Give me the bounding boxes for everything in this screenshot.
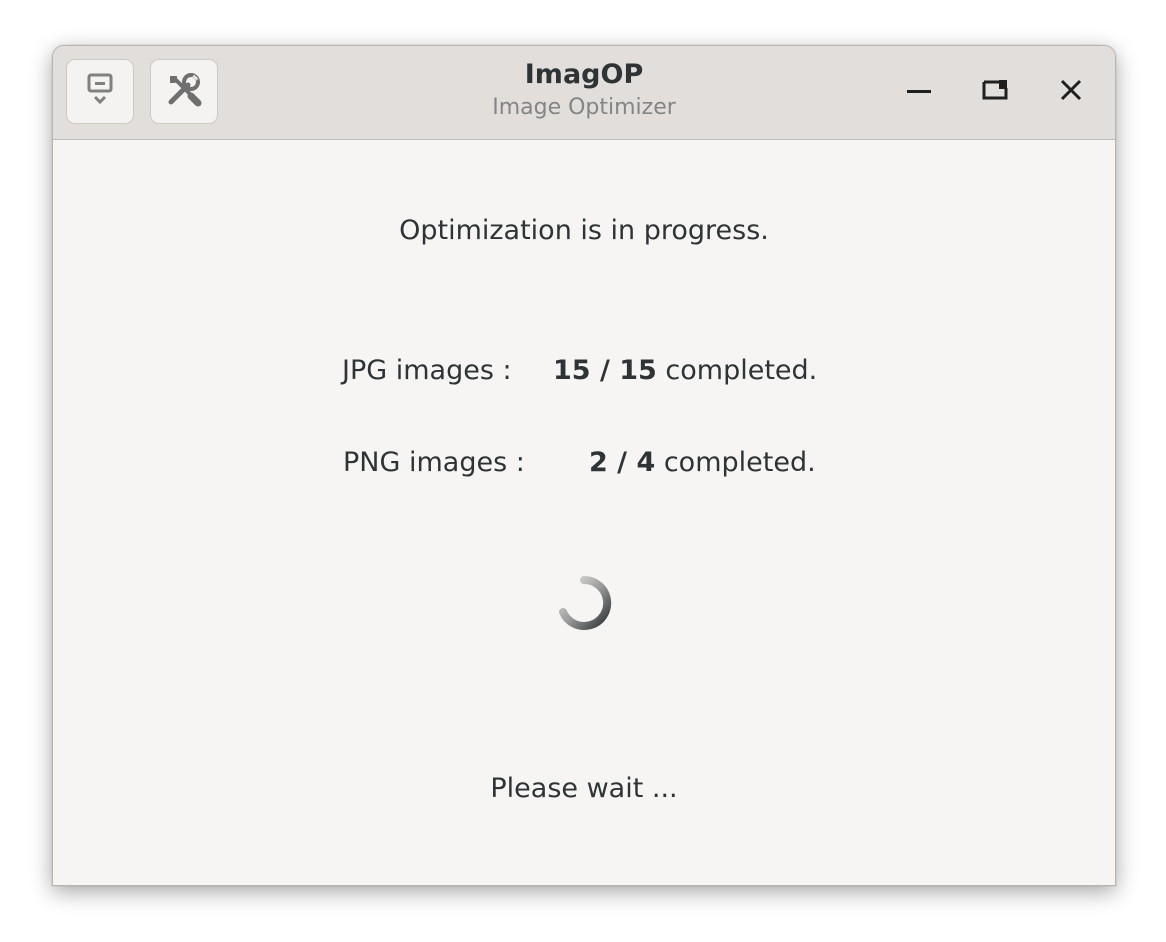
close-button[interactable]: [1048, 69, 1094, 115]
app-window: ImagOP Image Optimizer Optimization is i…: [52, 45, 1116, 886]
png-progress-row: PNG images : 2 / 4 completed.: [343, 447, 843, 483]
minimize-button[interactable]: [896, 69, 942, 115]
status-message: Optimization is in progress.: [399, 215, 769, 246]
window-subtitle: Image Optimizer: [492, 95, 676, 120]
header-bar: ImagOP Image Optimizer: [53, 46, 1115, 140]
png-label: PNG images :: [343, 447, 525, 478]
jpg-label: JPG images :: [342, 355, 512, 386]
jpg-progress-row: JPG images : 15 / 15 completed.: [342, 355, 842, 391]
window-title: ImagOP: [524, 59, 644, 90]
png-progress-suffix: completed.: [663, 447, 816, 478]
png-progress: 2 / 4 completed.: [589, 447, 816, 478]
maximize-button[interactable]: [972, 69, 1018, 115]
main-content: Optimization is in progress. JPG images …: [53, 140, 1115, 885]
maximize-icon: [981, 77, 1009, 107]
jpg-progress-count: 15 / 15: [553, 355, 657, 386]
wait-message: Please wait ...: [490, 773, 678, 804]
jpg-progress: 15 / 15 completed.: [553, 355, 817, 386]
close-icon: [1059, 78, 1083, 106]
minimize-icon: [906, 77, 932, 107]
title-block: ImagOP Image Optimizer: [53, 58, 1115, 123]
jpg-progress-suffix: completed.: [665, 355, 818, 386]
png-progress-count: 2 / 4: [589, 447, 656, 478]
loading-spinner: [556, 575, 612, 631]
